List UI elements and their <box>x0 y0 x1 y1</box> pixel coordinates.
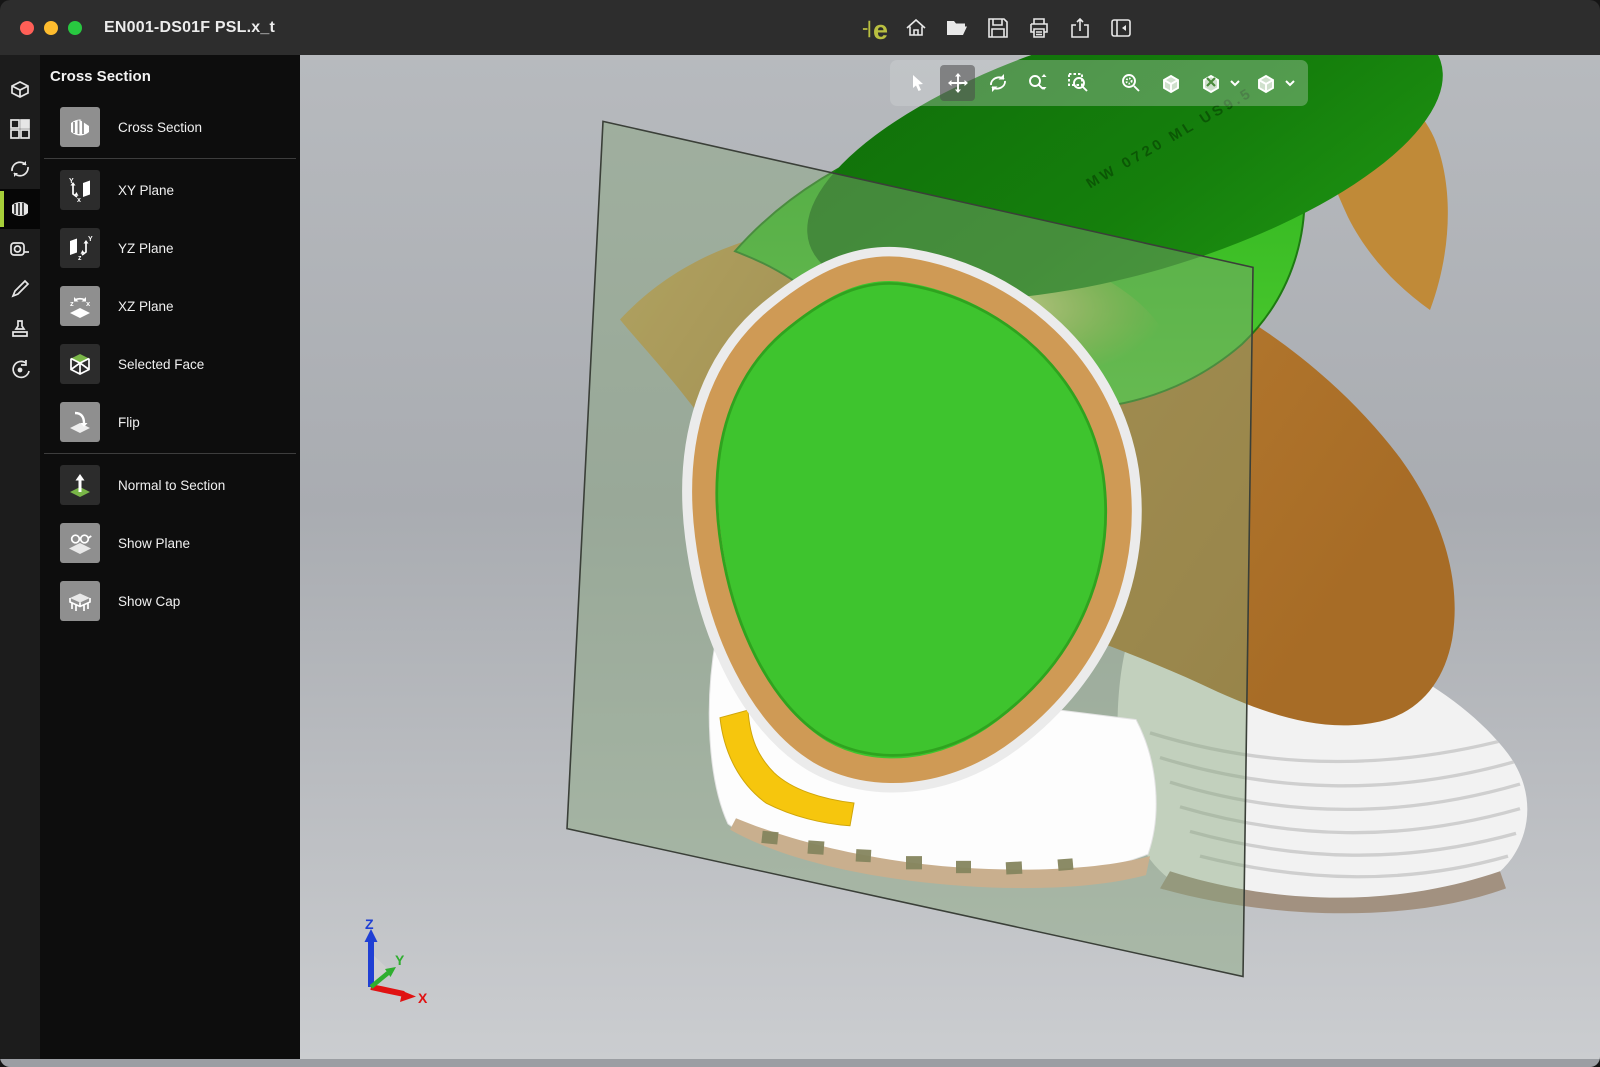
open-file-icon[interactable] <box>944 15 970 41</box>
show-plane-icon <box>60 523 100 563</box>
panel-item-xz-plane[interactable]: zx XZ Plane <box>40 277 300 335</box>
panel-item-label: Cross Section <box>118 120 202 135</box>
section-view-button[interactable] <box>1193 65 1228 101</box>
panel-item-normal-to-section[interactable]: Normal to Section <box>40 456 300 514</box>
display-style-chevron-icon[interactable] <box>1284 79 1296 87</box>
cross-section-icon <box>60 107 100 147</box>
titlebar: EN001-DS01F PSL.x_t e <box>0 0 1600 55</box>
rotate-tool-button[interactable] <box>980 65 1015 101</box>
panel-title: Cross Section <box>40 55 300 98</box>
yz-plane-icon: Yz <box>60 228 100 268</box>
xy-plane-icon: Yx <box>60 170 100 210</box>
scene-canvas: MW 0720 ML US9.5 <box>300 55 1600 1059</box>
zoom-button[interactable] <box>68 21 82 35</box>
rail-item-measure[interactable] <box>0 229 40 269</box>
display-style-button[interactable] <box>1248 65 1283 101</box>
close-button[interactable] <box>20 21 34 35</box>
rail-item-components[interactable] <box>0 109 40 149</box>
panel-item-label: XY Plane <box>118 183 174 198</box>
selected-face-icon <box>60 344 100 384</box>
section-cap <box>705 269 1119 771</box>
xz-plane-icon: zx <box>60 286 100 326</box>
rail-item-markup[interactable] <box>0 269 40 309</box>
panel-item-label: Flip <box>118 415 140 430</box>
panel-item-label: Selected Face <box>118 357 204 372</box>
panel-item-label: YZ Plane <box>118 241 174 256</box>
pan-tool-button[interactable] <box>940 65 975 101</box>
viewport-3d[interactable]: MW 0720 ML US9.5 <box>300 55 1600 1059</box>
zoom-tool-button[interactable] <box>1020 65 1055 101</box>
panel-item-cross-section[interactable]: Cross Section <box>40 98 300 156</box>
panel-item-label: Show Plane <box>118 536 190 551</box>
axis-x-label: X <box>418 990 428 1006</box>
axis-y-label: Y <box>395 952 405 968</box>
home-icon[interactable] <box>903 15 929 41</box>
svg-text:z: z <box>70 299 74 308</box>
save-icon[interactable] <box>985 15 1011 41</box>
tool-rail <box>0 55 40 1059</box>
svg-text:Y: Y <box>88 236 93 243</box>
show-cap-icon <box>60 581 100 621</box>
panel-item-show-plane[interactable]: Show Plane <box>40 514 300 572</box>
svg-text:x: x <box>86 299 91 308</box>
rail-item-reset-view[interactable] <box>0 349 40 389</box>
panel-divider <box>44 158 296 159</box>
panel-item-label: Show Cap <box>118 594 180 609</box>
svg-text:Y: Y <box>69 178 74 185</box>
panel-item-selected-face[interactable]: Selected Face <box>40 335 300 393</box>
window-bottom-edge <box>0 1059 1600 1067</box>
axis-triad: Z Y X <box>346 917 436 1017</box>
panel-item-label: XZ Plane <box>118 299 174 314</box>
window-title: EN001-DS01F PSL.x_t <box>104 19 275 37</box>
minimize-button[interactable] <box>44 21 58 35</box>
panel-divider <box>44 453 296 454</box>
toggle-panel-icon[interactable] <box>1108 15 1134 41</box>
axis-x-arrow <box>400 991 416 1002</box>
panel-item-label: Normal to Section <box>118 478 225 493</box>
edrawings-logo-icon: e <box>862 15 888 41</box>
section-view-chevron-icon[interactable] <box>1229 79 1241 87</box>
rail-item-animation[interactable] <box>0 149 40 189</box>
print-icon[interactable] <box>1026 15 1052 41</box>
flip-icon <box>60 402 100 442</box>
svg-text:x: x <box>77 197 81 204</box>
traffic-lights <box>20 21 82 35</box>
axis-z-label: Z <box>365 917 374 932</box>
panel-item-flip[interactable]: Flip <box>40 393 300 451</box>
panel-item-xy-plane[interactable]: Yx XY Plane <box>40 161 300 219</box>
select-tool-button[interactable] <box>900 65 935 101</box>
panel-item-yz-plane[interactable]: Yz YZ Plane <box>40 219 300 277</box>
zoom-fit-button[interactable] <box>1113 65 1148 101</box>
normal-to-section-icon <box>60 465 100 505</box>
rail-item-model-view[interactable] <box>0 69 40 109</box>
share-icon[interactable] <box>1067 15 1093 41</box>
view-orientation-button[interactable] <box>1153 65 1188 101</box>
rail-item-stamp[interactable] <box>0 309 40 349</box>
section-cap-green-face <box>705 269 1119 771</box>
zoom-area-tool-button[interactable] <box>1060 65 1095 101</box>
rail-item-cross-section[interactable] <box>0 189 40 229</box>
panel-item-show-cap[interactable]: Show Cap <box>40 572 300 630</box>
svg-text:z: z <box>78 255 82 262</box>
viewport-toolbar <box>890 60 1308 106</box>
app-window: EN001-DS01F PSL.x_t e <box>0 0 1600 1067</box>
cross-section-panel: Cross Section Cross Section Yx XY Plane … <box>40 55 300 1059</box>
